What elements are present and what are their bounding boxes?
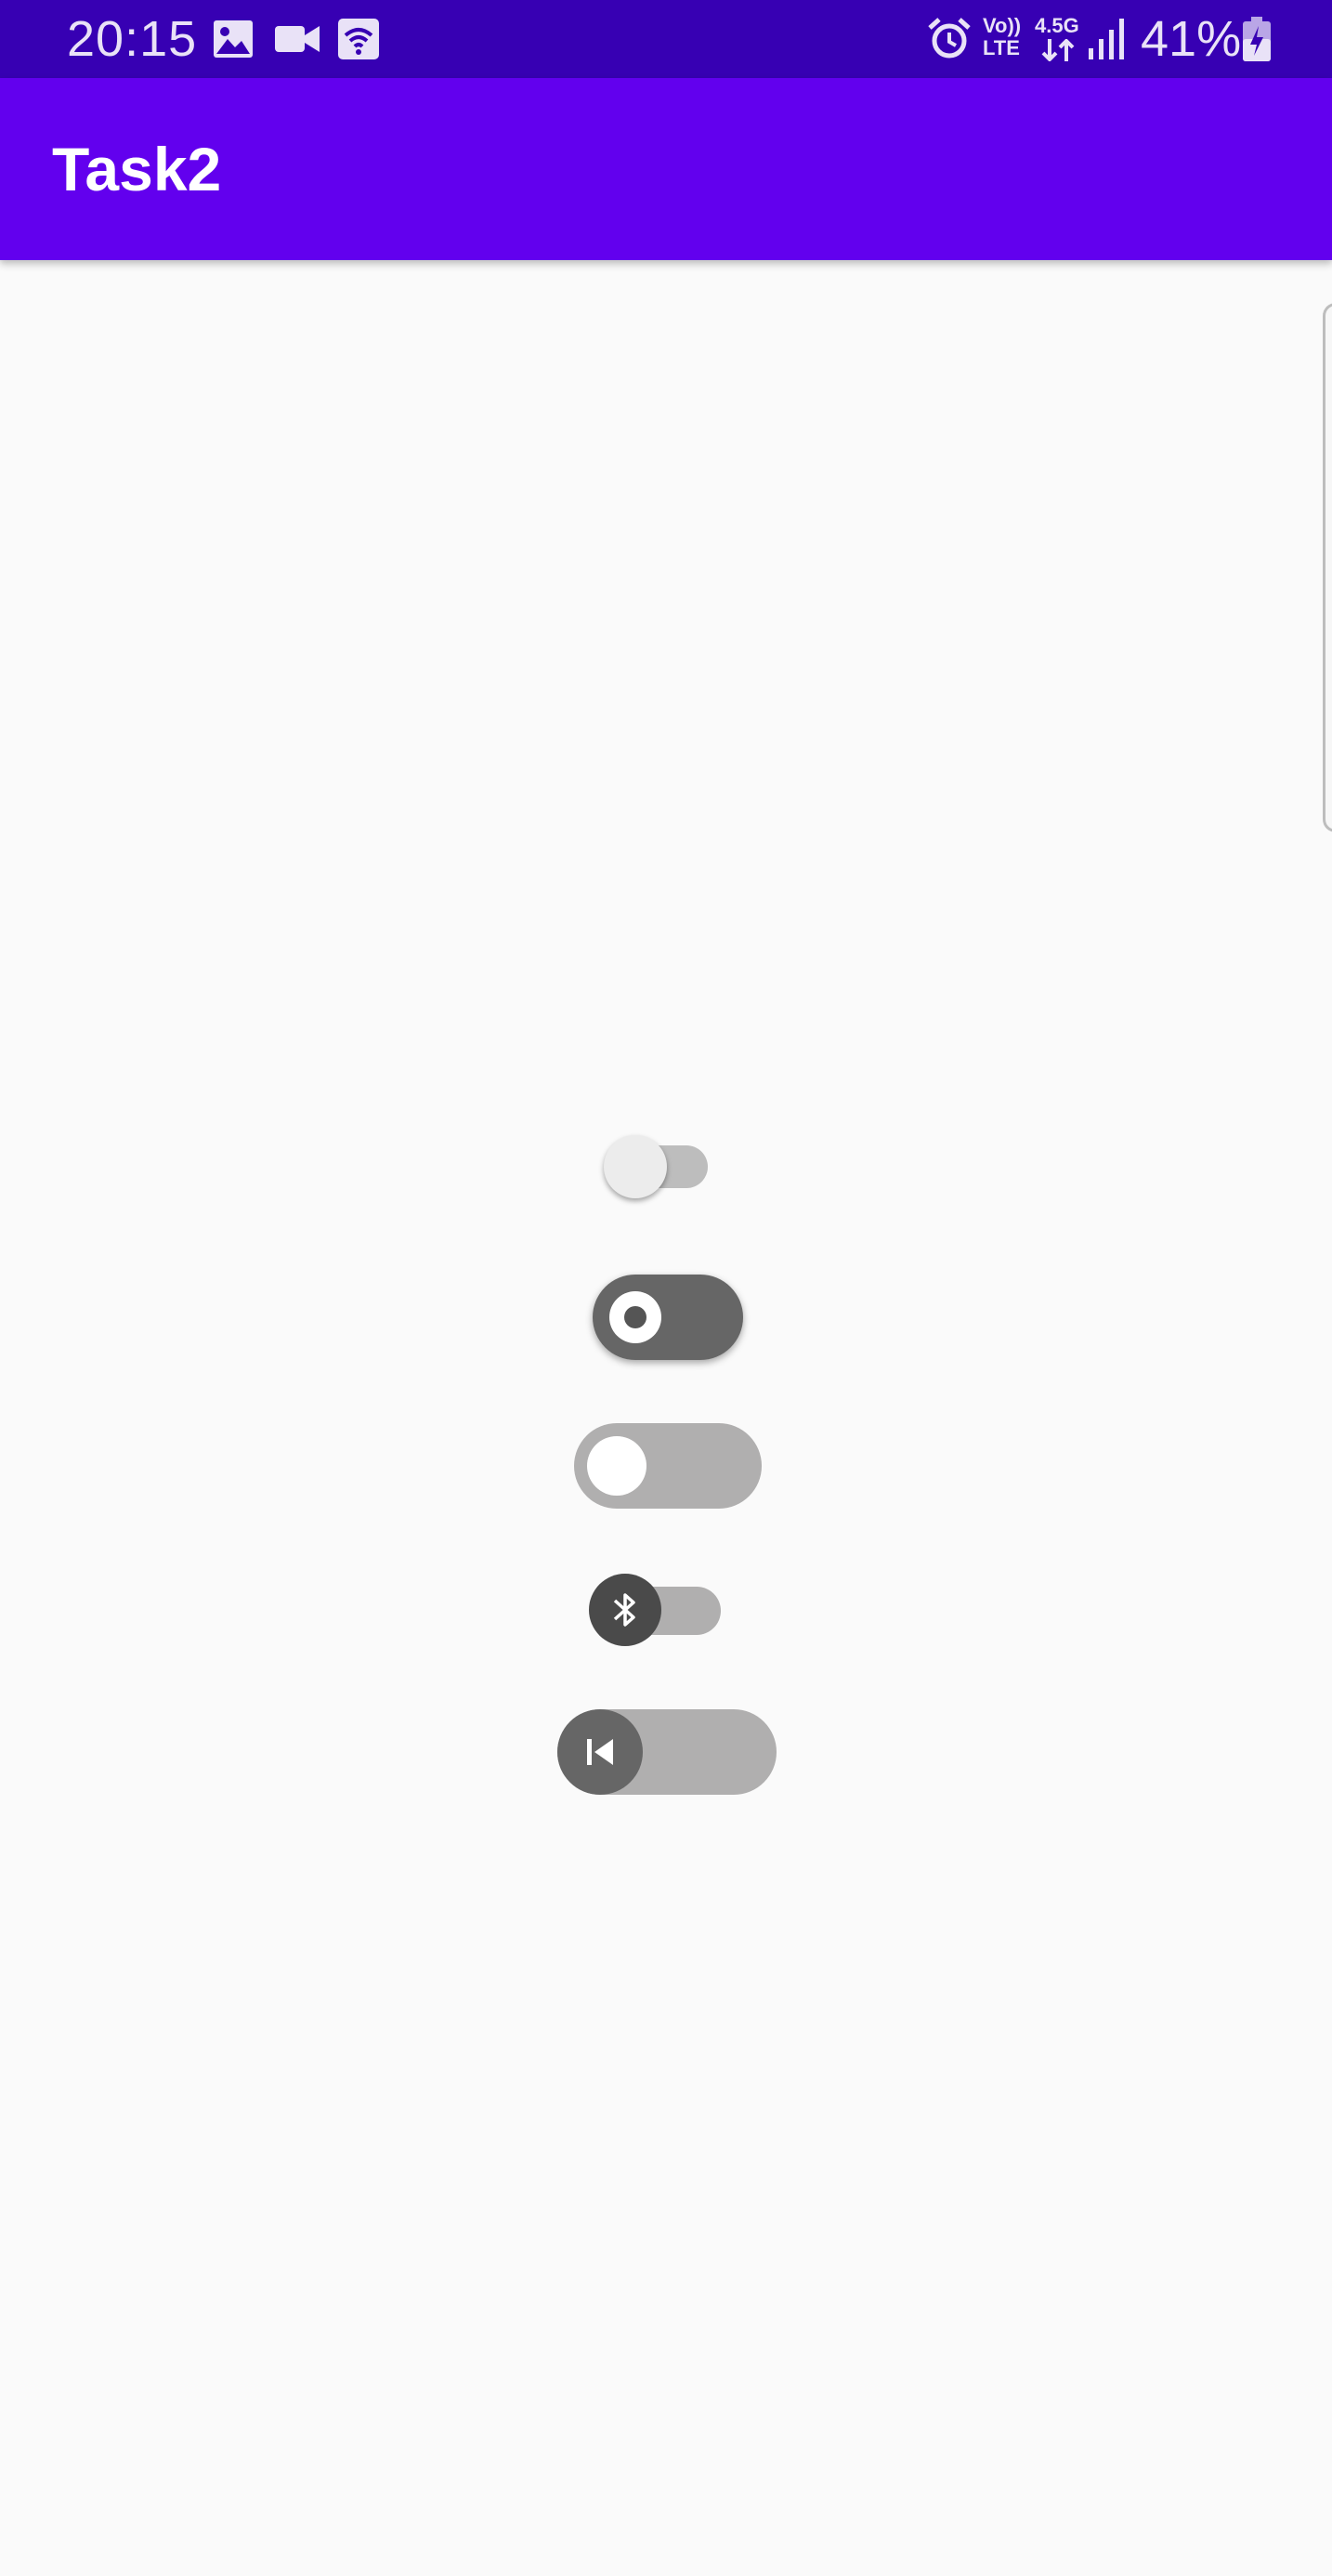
- battery-percent: 41%: [1141, 11, 1242, 67]
- wifi-calling-icon: [338, 19, 379, 59]
- thumb-ring-dot: [624, 1306, 646, 1328]
- skip-previous-switch[interactable]: [557, 1709, 778, 1797]
- app-bar: Task2: [0, 78, 1332, 260]
- network-type-label: 4.5G: [1035, 14, 1079, 37]
- alarm-icon: [928, 18, 971, 59]
- switch-thumb: [587, 1436, 646, 1496]
- data-transfer-icon: [1041, 39, 1075, 61]
- battery-charging-icon: [1243, 17, 1271, 61]
- default-switch[interactable]: [602, 1131, 712, 1202]
- app-title: Task2: [52, 135, 222, 203]
- bluetooth-icon: [613, 1593, 635, 1627]
- status-bar: 20:15 Vo)) LTE 4.5G 41%: [0, 0, 1332, 78]
- status-time: 20:15: [67, 11, 198, 67]
- switch-thumb: [609, 1291, 661, 1343]
- bluetooth-switch[interactable]: [587, 1572, 723, 1646]
- video-camera-icon: [275, 26, 320, 52]
- skip-previous-icon: [587, 1739, 613, 1765]
- signal-strength-icon: [1089, 19, 1124, 59]
- volte-top-label: Vo)): [983, 14, 1022, 37]
- switch-thumb: [604, 1135, 667, 1198]
- ring-thumb-switch[interactable]: [593, 1275, 745, 1362]
- volte-bottom-label: LTE: [983, 36, 1020, 59]
- outlined-thumb-switch[interactable]: [574, 1423, 764, 1510]
- gallery-icon: [214, 20, 253, 58]
- switch-thumb: [589, 1574, 661, 1646]
- edge-panel-handle[interactable]: [1323, 303, 1332, 832]
- switch-thumb: [557, 1709, 643, 1795]
